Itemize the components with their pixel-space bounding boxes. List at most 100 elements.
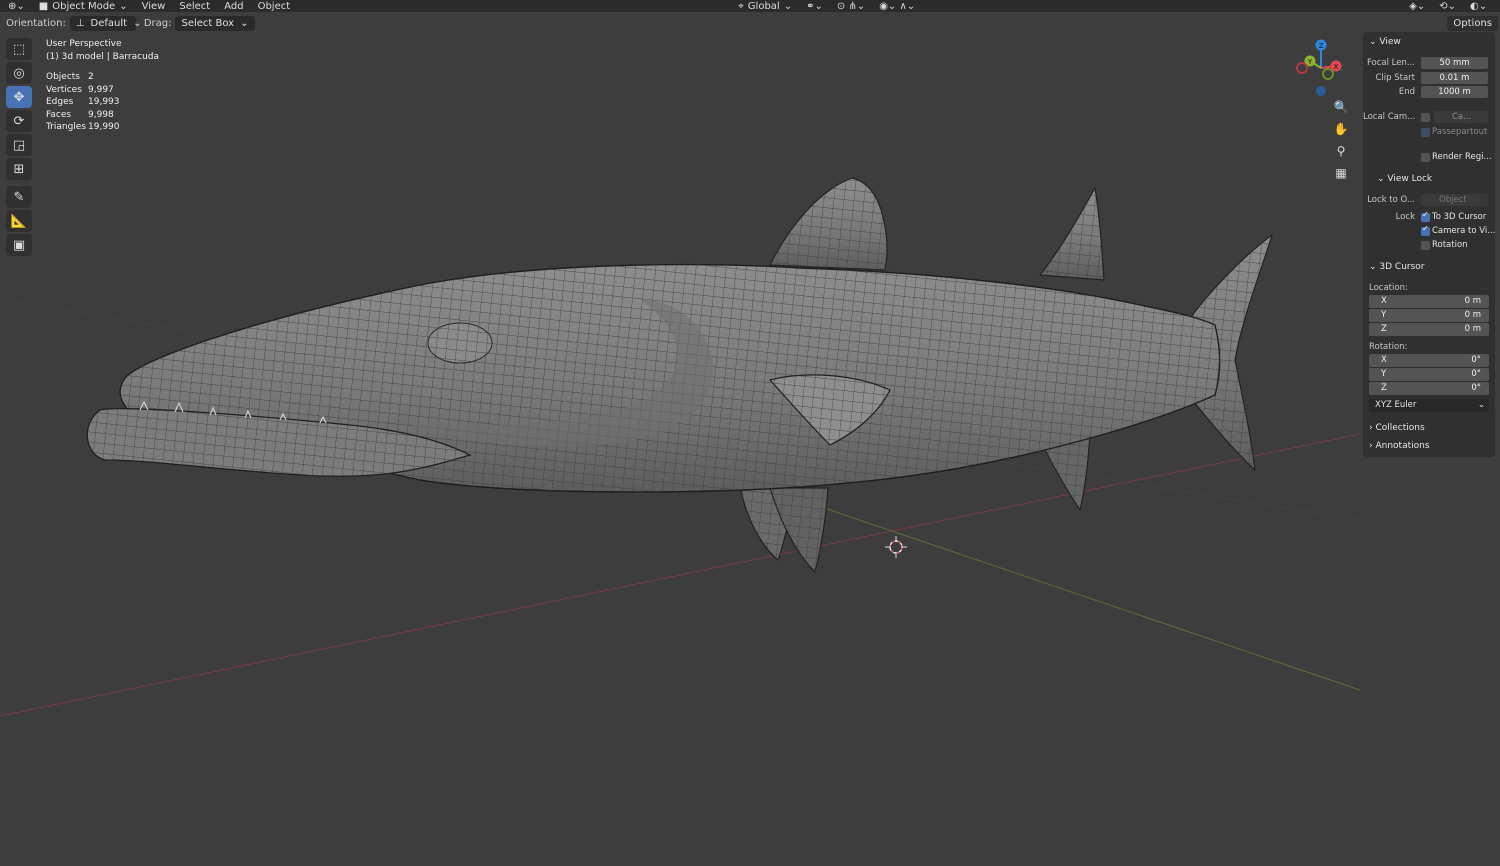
lock-to-object-placeholder: Object [1439, 195, 1467, 205]
location-x-field[interactable]: X 0 m [1369, 295, 1489, 308]
focal-length-field[interactable]: 50 mm [1421, 57, 1488, 69]
local-camera-label: Local Cam... [1363, 112, 1416, 122]
passepartout-label: Passepartout [1432, 127, 1488, 137]
location-y-field[interactable]: Y 0 m [1369, 309, 1489, 322]
axis-label: Y [1381, 369, 1387, 379]
select-box-tool-icon[interactable]: ⬚ [6, 38, 32, 60]
lock-to-object-field[interactable]: Object [1421, 194, 1488, 206]
snap-icon[interactable]: ⊙ ⋔⌄ [837, 1, 865, 12]
render-region-checkbox[interactable] [1421, 153, 1430, 162]
barracuda-mesh-scene [0, 177, 1360, 717]
stat-value: 2 [88, 72, 94, 82]
3d-cursor-title: 3D Cursor [1379, 262, 1425, 272]
menu-add[interactable]: Add [224, 1, 243, 12]
scale-tool-icon[interactable]: ◲ [6, 134, 32, 156]
gizmo-x-label: X [1334, 63, 1339, 71]
chevron-down-icon: ⌄ [119, 0, 128, 12]
editor-type-icon[interactable]: ⊕⌄ [8, 1, 25, 12]
object-mode-icon: ■ [38, 0, 49, 12]
axis-label: X [1381, 355, 1387, 365]
add-cube-tool-icon[interactable]: ▣ [6, 234, 32, 256]
rotation-x-field[interactable]: X 0° [1369, 354, 1489, 367]
chevron-down-icon: ⌄ [133, 17, 142, 29]
view-lock-title: View Lock [1387, 174, 1433, 184]
clip-end-label: End [1398, 87, 1415, 97]
axis-value: 0 m [1464, 324, 1481, 334]
proportional-edit-icon[interactable]: ◉⌄ ∧⌄ [879, 1, 915, 12]
camera-to-view-checkbox[interactable] [1421, 224, 1430, 236]
view-panel-header[interactable]: ⌄ View [1369, 37, 1401, 47]
transform-orientation-dropdown[interactable]: ⌖ Global ⌄ [738, 1, 792, 12]
view-lock-header[interactable]: ⌄ View Lock [1377, 174, 1432, 184]
transform-tool-icon[interactable]: ⊞ [6, 158, 32, 180]
lock-to-3d-cursor-checkbox[interactable] [1421, 210, 1430, 222]
location-z-field[interactable]: Z 0 m [1369, 323, 1489, 336]
gizmo-z-label: Z [1319, 42, 1324, 50]
orientation-icon: ⌖ [738, 0, 744, 12]
ortho-grid-icon[interactable]: ▦ [1330, 164, 1352, 182]
transform-orientation-label: Global [747, 0, 780, 12]
rotation-mode-dropdown[interactable]: XYZ Euler ⌄ [1369, 399, 1489, 412]
axis-value: 0° [1471, 355, 1481, 365]
camera-to-view-label: Camera to Vi... [1432, 226, 1496, 236]
axis-label: Z [1381, 383, 1387, 393]
menu-view[interactable]: View [142, 1, 166, 12]
axis-value: 0° [1471, 383, 1481, 393]
header-bar: ⊕⌄ ■ Object Mode ⌄ View Select Add Objec… [0, 0, 1500, 12]
orientation-axes-icon: ⊥ [75, 17, 85, 29]
3d-viewport[interactable] [0, 32, 1360, 866]
lock-rotation-label: Rotation [1432, 240, 1468, 250]
menu-select[interactable]: Select [179, 1, 210, 12]
location-label: Location: [1369, 283, 1408, 293]
stat-label: Triangles [46, 122, 87, 132]
visibility-icon[interactable]: ◈⌄ [1409, 1, 1425, 12]
clip-start-field[interactable]: 0.01 m [1421, 72, 1488, 84]
lock-label: Lock [1395, 212, 1415, 222]
tool-options-bar: Orientation: ⊥ Default ⌄ Drag: Select Bo… [0, 14, 1500, 32]
view-panel-title: View [1379, 37, 1401, 47]
3d-cursor-header[interactable]: ⌄ 3D Cursor [1369, 262, 1425, 272]
lock-to-3d-cursor-label: To 3D Cursor [1432, 212, 1487, 222]
zoom-icon[interactable]: 🔍 [1330, 98, 1352, 116]
rotation-y-field[interactable]: Y 0° [1369, 368, 1489, 381]
rotation-z-field[interactable]: Z 0° [1369, 382, 1489, 395]
clip-end-field[interactable]: 1000 m [1421, 86, 1488, 98]
drag-value: Select Box [181, 17, 235, 29]
passepartout-checkbox[interactable] [1421, 128, 1430, 137]
sidebar-panel: ⌄ View Focal Len... 50 mm Clip Start 0.0… [1363, 32, 1495, 457]
camera-view-icon[interactable]: ⚲ [1330, 142, 1352, 160]
local-camera-value: Ca... [1452, 112, 1472, 122]
axis-label: Z [1381, 324, 1387, 334]
rotation-label: Rotation: [1369, 342, 1408, 352]
stat-label: Vertices [46, 84, 82, 95]
lock-rotation-checkbox[interactable] [1421, 241, 1430, 250]
axis-label: Y [1381, 310, 1387, 320]
pan-hand-icon[interactable]: ✋ [1330, 120, 1352, 138]
axis-value: 0° [1471, 369, 1481, 379]
stat-value: 19,990 [88, 122, 120, 132]
rotate-tool-icon[interactable]: ⟳ [6, 110, 32, 132]
annotate-tool-icon[interactable]: ✎ [6, 186, 32, 208]
collections-title: Collections [1375, 423, 1425, 433]
stat-label: Faces [46, 109, 72, 120]
orientation-value: Default [90, 17, 128, 29]
axis-gizmo[interactable]: Z X Y [1290, 36, 1360, 98]
local-camera-field[interactable]: Ca... [1434, 111, 1488, 123]
options-button[interactable]: Options [1447, 15, 1498, 31]
cursor-tool-icon[interactable]: ◎ [6, 62, 32, 84]
orientation-dropdown[interactable]: ⊥ Default ⌄ [69, 15, 141, 31]
chevron-down-icon: ⌄ [240, 17, 249, 29]
measure-tool-icon[interactable]: 📐 [6, 210, 32, 232]
active-object-label: (1) 3d model | Barracuda [46, 51, 160, 62]
scene-statistics: Objects 2 Vertices 9,997 Edges 19,993 Faces… [46, 71, 159, 134]
gizmo-toggle-icon[interactable]: ⟲⌄ [1439, 1, 1456, 12]
overlay-toggle-icon[interactable]: ◐⌄ [1470, 1, 1487, 12]
mode-dropdown[interactable]: ■ Object Mode ⌄ [39, 1, 128, 12]
annotations-header[interactable]: › Annotations [1369, 441, 1430, 451]
move-tool-icon[interactable]: ✥ [6, 86, 32, 108]
drag-dropdown[interactable]: Select Box ⌄ [175, 15, 255, 31]
menu-object[interactable]: Object [258, 1, 291, 12]
collections-header[interactable]: › Collections [1369, 423, 1425, 433]
local-camera-checkbox[interactable] [1421, 113, 1430, 122]
pivot-point-icon[interactable]: ⚭⌄ [806, 1, 823, 12]
